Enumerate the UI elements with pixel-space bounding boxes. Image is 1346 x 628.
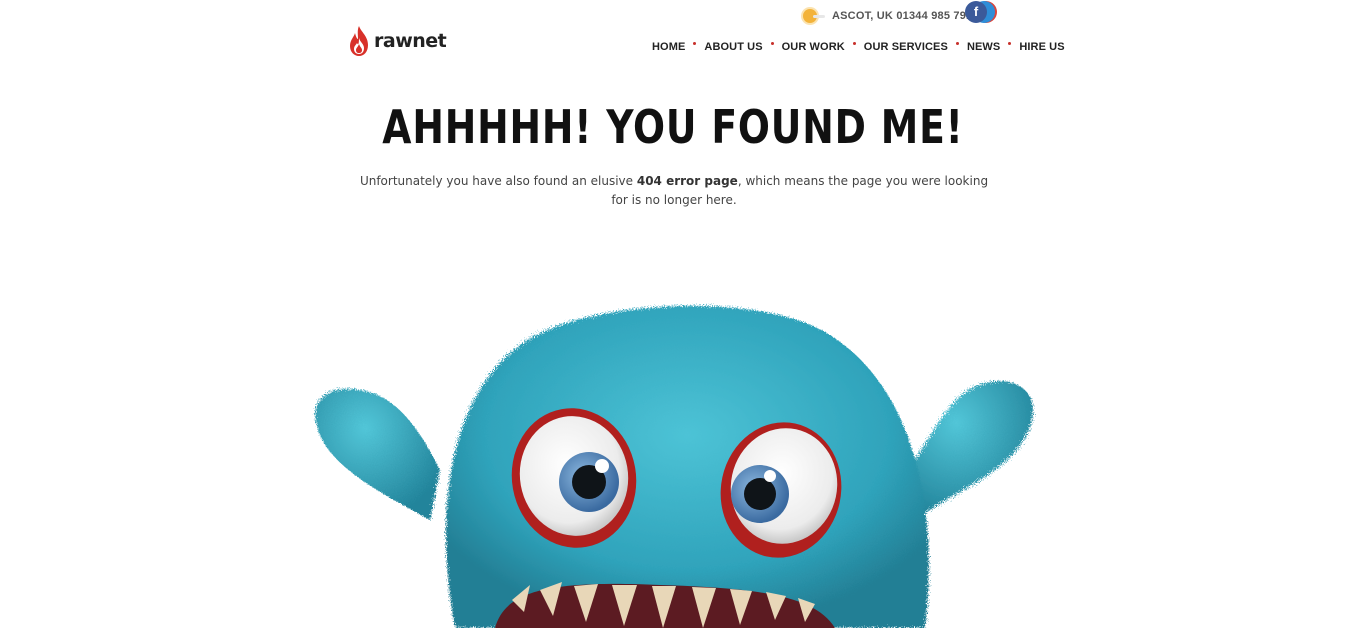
nav-separator	[852, 41, 856, 45]
page-title: AHHHHH! YOU FOUND ME!	[382, 100, 964, 154]
monster-left-arm	[315, 388, 440, 520]
error-message: Unfortunately you have also found an elu…	[350, 172, 998, 210]
monster-right-arm	[905, 381, 1034, 520]
phone-text[interactable]: 01344 985 791	[896, 10, 972, 22]
facebook-icon[interactable]: f	[965, 1, 987, 23]
monster-right-eye	[720, 422, 842, 558]
nav-separator	[693, 41, 697, 45]
contact-location-phone: ASCOT, UK 01344 985 791	[832, 10, 972, 22]
flame-icon	[350, 26, 368, 56]
nav-separator	[955, 41, 959, 45]
brand-name: rawnet	[374, 30, 447, 52]
rawnet-logo[interactable]: rawnet	[347, 24, 447, 58]
monster-body	[446, 305, 929, 628]
message-part-1: Unfortunately you have also found an elu…	[359, 174, 637, 188]
social-links: f	[965, 1, 1003, 23]
monster-left-eye	[511, 408, 637, 548]
nav-our-work[interactable]: OUR WORK	[782, 41, 845, 53]
nav-home[interactable]: HOME	[652, 41, 685, 53]
main-nav: HOME ABOUT US OUR WORK OUR SERVICES NEWS…	[652, 39, 1065, 55]
sun-icon	[803, 8, 825, 24]
nav-separator	[770, 41, 774, 45]
nav-hire-us[interactable]: HIRE US	[1019, 41, 1064, 53]
monster-illustration	[315, 305, 1034, 628]
nav-about-us[interactable]: ABOUT US	[704, 41, 762, 53]
nav-news[interactable]: NEWS	[967, 41, 1000, 53]
monster-mouth	[495, 582, 835, 628]
message-bold: 404 error page	[636, 174, 738, 188]
nav-our-services[interactable]: OUR SERVICES	[864, 41, 948, 53]
location-text: ASCOT, UK	[832, 10, 894, 22]
nav-separator	[1008, 41, 1012, 45]
contact-info: ASCOT, UK 01344 985 791	[803, 8, 972, 24]
